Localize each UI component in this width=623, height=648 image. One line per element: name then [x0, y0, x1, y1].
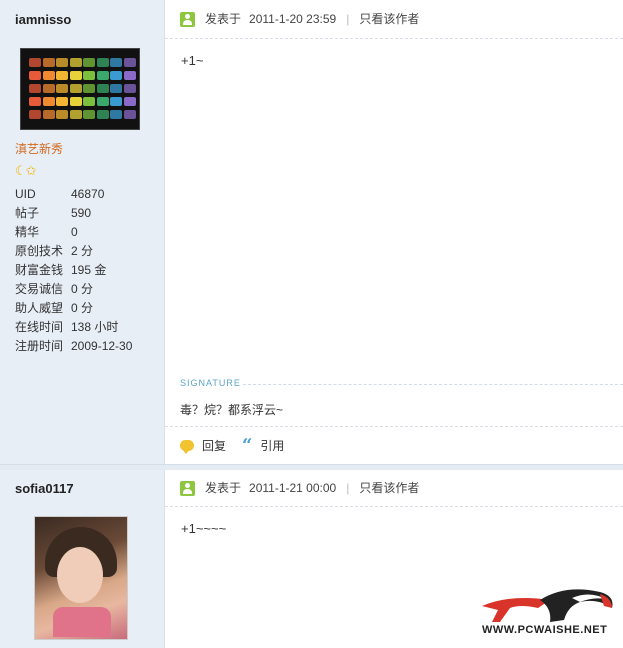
watermark-text: WWW.PCWAISHE.NET [482, 624, 608, 636]
header-divider [165, 506, 623, 507]
signature-divider [243, 384, 623, 385]
star-icon: ✩ [25, 163, 37, 178]
stat-credit: 交易诚信 0 分 [15, 282, 94, 296]
post-time: 2011-1-20 23:59 [249, 12, 337, 26]
post-header: 发表于 2011-1-21 00:00 | 只看该作者 [180, 479, 419, 497]
stat-prestige: 助人威望 0 分 [15, 301, 94, 315]
header-divider [165, 38, 623, 39]
stat-original: 原创技术 2 分 [15, 244, 94, 258]
stat-online: 在线时间 138 小时 [15, 320, 119, 334]
avatar[interactable] [20, 48, 140, 130]
signature-label: SIGNATURE [180, 378, 241, 388]
reply-label: 回复 [202, 439, 227, 453]
user-rank: 滇艺新秀 [15, 142, 64, 156]
stat-money: 财富金钱 195 金 [15, 263, 107, 277]
user-stats: UID 46870 帖子 590 精华 0 原创技术 2 分 财富金钱 195 金 交易诚… [15, 185, 160, 356]
reply-bubble-icon [180, 440, 194, 454]
author-name[interactable]: iamnisso [15, 12, 71, 27]
post-message: +1~ [181, 53, 204, 68]
posted-prefix: 发表于 [205, 12, 242, 26]
user-icon [180, 11, 195, 27]
quote-icon: “ [242, 434, 253, 456]
stat-uid: UID 46870 [15, 187, 105, 201]
quote-label: 引用 [260, 439, 285, 453]
avatar[interactable] [34, 516, 128, 640]
stat-registered: 注册时间 2009-12-30 [15, 339, 133, 353]
user-icon [180, 480, 195, 496]
actions-divider [165, 426, 623, 427]
post-header: 发表于 2011-1-20 23:59 | 只看该作者 [180, 10, 419, 28]
signature-text: 毒？烷？都系浮云~ [180, 403, 284, 417]
author-name[interactable]: sofia0117 [15, 481, 74, 496]
only-author-link[interactable]: 只看该作者 [359, 479, 419, 497]
stat-posts: 帖子 590 [15, 206, 92, 220]
divider: | [346, 12, 350, 26]
author-sidebar: iamnisso 滇艺新秀 ☾✩ UID 46870 帖子 590 精华 0 原创技术… [0, 0, 165, 466]
post-time: 2011-1-21 00:00 [249, 481, 337, 495]
divider: | [346, 481, 350, 495]
only-author-link[interactable]: 只看该作者 [359, 10, 419, 28]
moon-icon: ☾ [15, 163, 27, 178]
posted-prefix: 发表于 [205, 481, 242, 495]
stat-digest: 精华 0 [15, 225, 78, 239]
post-message: +1~~~~ [181, 521, 227, 536]
quote-button[interactable]: “ 引用 [242, 434, 285, 456]
post-actions: 回复 “ 引用 [180, 434, 300, 456]
post-1: iamnisso 滇艺新秀 ☾✩ UID 46870 帖子 590 精华 0 原创技术… [0, 0, 623, 466]
reply-button[interactable]: 回复 [180, 437, 226, 454]
post-content: 发表于 2011-1-20 23:59 | 只看该作者 +1~ SIGNATUR… [165, 0, 623, 466]
rank-badges: ☾✩ [15, 163, 37, 179]
